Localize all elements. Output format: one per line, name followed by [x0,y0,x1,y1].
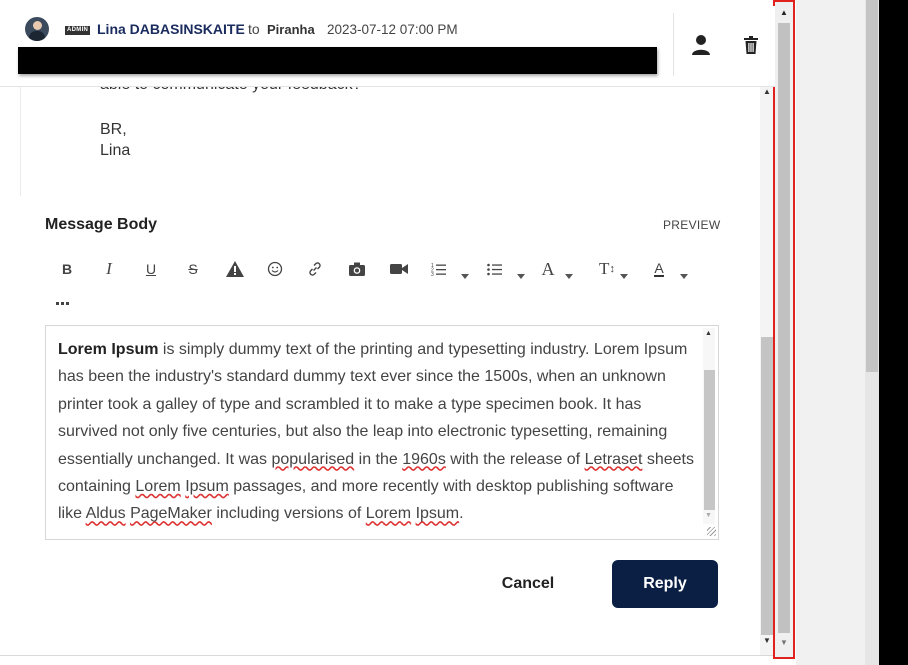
black-edge [879,0,908,665]
strikethrough-icon[interactable]: S [182,258,204,280]
more-icon[interactable] [56,293,70,307]
editor-content[interactable]: Lorem Ipsum is simply dummy text of the … [58,336,698,528]
recipient-name[interactable]: Piranha [267,22,315,37]
highlighted-scrollbar[interactable]: ▲ ▼ [773,0,795,659]
video-icon[interactable] [388,258,410,280]
scroll-up-icon[interactable]: ▲ [780,8,788,17]
bold-text: Lorem Ipsum [58,341,159,358]
page-scrollbar-thumb[interactable] [866,0,878,372]
camera-icon[interactable] [346,258,368,280]
message-timestamp: 2023-07-12 07:00 PM [327,22,458,37]
to-label: to [248,21,260,37]
chevron-down-icon[interactable] [461,266,469,279]
ordered-list-icon[interactable]: 123 [428,258,450,280]
scroll-down-icon[interactable]: ▼ [705,512,712,519]
header-divider [673,13,674,76]
message-body-title: Message Body [45,216,158,233]
chevron-down-icon[interactable] [565,266,573,279]
link-icon[interactable] [304,258,326,280]
admin-badge: ADMIN [65,26,91,35]
text-color-icon[interactable]: A [648,258,670,280]
message-body-editor[interactable]: Lorem Ipsum is simply dummy text of the … [45,325,719,540]
bullet-list-icon[interactable] [484,258,506,280]
panel-side-border [0,86,21,196]
message-panel: able to communicate your feedback? BR, L… [0,0,776,656]
bold-icon[interactable]: B [56,258,78,280]
reply-button[interactable]: Reply [612,560,718,608]
highlighted-scrollbar-thumb[interactable] [778,23,790,633]
person-icon[interactable] [689,33,713,57]
chevron-down-icon[interactable] [620,266,628,279]
scroll-up-icon[interactable]: ▲ [705,330,712,337]
svg-text:3: 3 [431,272,434,276]
chevron-down-icon[interactable] [680,266,688,279]
chevron-down-icon[interactable] [517,266,525,279]
editor-scrollbar-thumb[interactable] [704,370,715,510]
scroll-down-icon[interactable]: ▼ [780,638,788,647]
italic-icon[interactable]: I [98,258,120,280]
previous-message-name: Lina [100,142,131,159]
underline-icon[interactable]: U [140,258,162,280]
font-size-icon[interactable]: T ↕ [596,258,618,280]
scroll-up-icon[interactable]: ▲ [763,87,771,96]
avatar [25,17,49,41]
previous-message-signoff: BR, [100,121,127,138]
panel-scrollbar-thumb[interactable] [761,337,773,635]
preview-button[interactable]: PREVIEW [663,218,720,232]
cancel-button[interactable]: Cancel [486,562,570,606]
author-name[interactable]: Lina DABASINSKAITE [97,21,245,37]
scroll-down-icon[interactable]: ▼ [763,636,771,645]
redacted-block [18,47,657,74]
emoji-icon[interactable] [264,258,286,280]
font-family-icon[interactable]: A [537,258,559,280]
warning-icon[interactable] [224,258,246,280]
trash-icon[interactable] [741,35,761,55]
resize-grip-icon[interactable] [707,527,716,536]
message-header: ADMIN Lina DABASINSKAITE to Piranha 2023… [0,6,775,87]
